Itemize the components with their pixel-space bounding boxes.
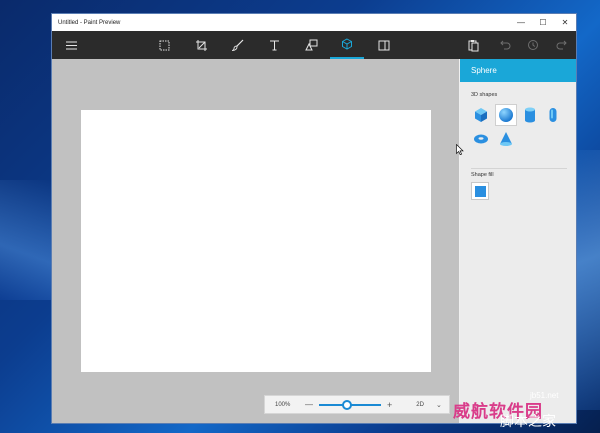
panel-divider — [471, 168, 567, 169]
capsule-icon — [549, 108, 557, 122]
window-title: Untitled - Paint Preview — [58, 19, 121, 26]
watermark-site: jb51.net — [530, 391, 559, 400]
mouse-cursor-icon — [456, 142, 464, 160]
cone-icon — [500, 132, 512, 146]
cylinder-icon — [525, 107, 535, 123]
capsule-shape-button[interactable] — [543, 105, 563, 125]
cube-icon — [475, 108, 487, 122]
shape-fill-button[interactable] — [471, 182, 489, 200]
redo-icon[interactable] — [544, 31, 576, 59]
panel-title: Sphere — [460, 59, 576, 82]
chevron-down-icon[interactable]: ⌄ — [436, 401, 442, 409]
paint-preview-window: Untitled - Paint Preview — ☐ ✕ 100% — + … — [52, 14, 576, 423]
cube-shape-button[interactable] — [471, 105, 491, 125]
zoom-percent[interactable]: 100% — [275, 402, 299, 408]
canvas-workspace: 100% — + 2D ⌄ — [52, 59, 459, 423]
hamburger-menu-icon[interactable] — [54, 31, 88, 59]
2d-shapes-icon[interactable] — [294, 31, 328, 59]
toolbar — [52, 31, 576, 59]
watermark-chinese: 脚本之家 — [500, 414, 556, 430]
donut-shape-button[interactable] — [471, 129, 491, 149]
donut-icon — [474, 134, 488, 144]
sphere-icon — [499, 108, 513, 122]
select-icon[interactable] — [147, 31, 181, 59]
fill-section-label: Shape fill — [471, 172, 494, 178]
sphere-shape-button[interactable] — [496, 105, 516, 125]
zoom-out-button[interactable]: — — [305, 400, 313, 409]
zoom-bar: 100% — + 2D ⌄ — [264, 395, 450, 414]
text-tool-icon[interactable] — [257, 31, 291, 59]
properties-panel: Sphere 3D shapes Shape fill — [460, 59, 576, 423]
minimize-button[interactable]: — — [510, 14, 532, 31]
drawing-canvas[interactable] — [81, 110, 431, 372]
title-bar: Untitled - Paint Preview — ☐ ✕ — [52, 14, 576, 31]
shapes-section-label: 3D shapes — [471, 92, 498, 98]
zoom-slider[interactable] — [319, 399, 381, 410]
desktop-light-ray-left — [0, 180, 52, 300]
panel-title-text: Sphere — [471, 66, 497, 75]
view-mode-select[interactable]: 2D — [416, 402, 424, 408]
crop-icon[interactable] — [184, 31, 218, 59]
close-button[interactable]: ✕ — [554, 14, 576, 31]
zoom-in-button[interactable]: + — [387, 400, 392, 410]
fill-color-swatch — [474, 185, 486, 197]
zoom-slider-thumb[interactable] — [341, 399, 352, 410]
brush-icon[interactable] — [221, 31, 255, 59]
paste-icon[interactable] — [456, 31, 490, 59]
cone-shape-button[interactable] — [496, 129, 516, 149]
maximize-button[interactable]: ☐ — [532, 14, 554, 31]
3d-objects-icon[interactable] — [330, 31, 364, 59]
stickers-icon[interactable] — [367, 31, 401, 59]
cylinder-shape-button[interactable] — [520, 105, 540, 125]
